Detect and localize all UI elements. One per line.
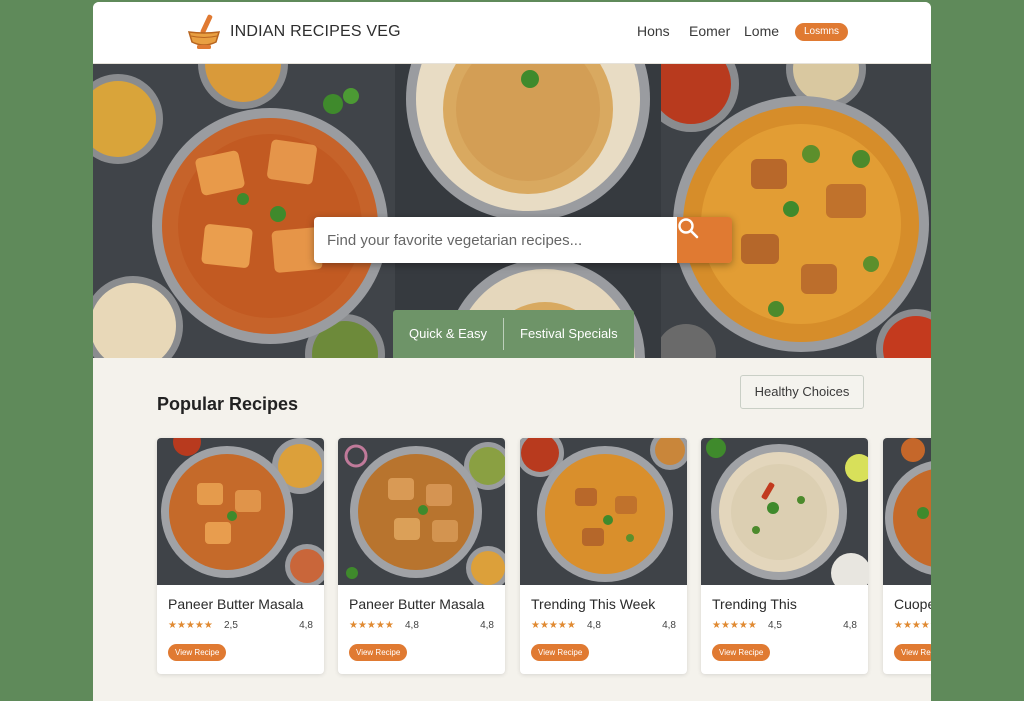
search-bar — [314, 217, 732, 263]
recipe-title: Paneer Butter Masala — [168, 596, 304, 612]
recipe-title: Cuope — [894, 596, 931, 612]
recipe-title: Trending This — [712, 596, 797, 612]
site-title: INDIAN RECIPES VEG — [230, 23, 401, 40]
view-recipe-button[interactable]: View Recipe — [349, 644, 408, 661]
recipe-card[interactable]: Paneer Butter Masala ★★★★★ 4,8 4,8 View … — [338, 438, 505, 674]
nav-link-hons[interactable]: Hons — [637, 23, 670, 39]
healthy-choices-button[interactable]: Healthy Choices — [740, 375, 864, 409]
star-rating-icon: ★★★★★ — [531, 620, 576, 631]
recipe-card[interactable]: Trending This ★★★★★ 4,5 4,8 View Recipe — [701, 438, 868, 674]
rating-value: 4,8 — [587, 620, 601, 631]
recipe-image-curry — [883, 438, 931, 585]
recipe-card[interactable]: Cuope ★★★★★ View Re — [883, 438, 931, 674]
star-rating-icon: ★★★★★ — [349, 620, 394, 631]
rating-value: 4,8 — [405, 620, 419, 631]
search-input[interactable] — [314, 217, 677, 263]
rating-score: 4,8 — [843, 620, 857, 631]
recipe-title: Paneer Butter Masala — [349, 596, 485, 612]
chip-quick-easy[interactable]: Quick & Easy — [393, 310, 503, 358]
recipe-image-paneer-butter-masala — [157, 438, 324, 585]
mortar-pestle-logo-icon — [187, 14, 221, 49]
star-rating-icon: ★★★★★ — [168, 620, 213, 631]
category-chips: Quick & Easy Festival Specials — [393, 310, 634, 358]
rating-score: 4,8 — [480, 620, 494, 631]
rating-score: 4,8 — [662, 620, 676, 631]
hero-image-paneer-curry — [93, 64, 395, 358]
view-recipe-button[interactable]: View Recipe — [531, 644, 590, 661]
app-window: INDIAN RECIPES VEG Hons Eomer Lome Losmn… — [93, 2, 931, 701]
recipe-image-paneer-butter-masala — [338, 438, 505, 585]
recipe-card[interactable]: Trending This Week ★★★★★ 4,8 4,8 View Re… — [520, 438, 687, 674]
chip-festival-specials[interactable]: Festival Specials — [504, 310, 634, 358]
view-recipe-button[interactable]: View Re — [894, 644, 931, 661]
star-rating-icon: ★★★★★ — [712, 620, 757, 631]
rating-score: 4,8 — [299, 620, 313, 631]
section-title: Popular Recipes — [157, 394, 299, 414]
site-header: INDIAN RECIPES VEG Hons Eomer Lome Losmn… — [93, 2, 931, 64]
star-rating-icon: ★★★★★ — [894, 620, 931, 631]
search-icon — [678, 218, 699, 239]
view-recipe-button[interactable]: View Recipe — [712, 644, 771, 661]
recipe-title: Trending This Week — [531, 596, 656, 612]
login-button[interactable]: Losmns — [795, 23, 849, 41]
nav-link-eomer[interactable]: Eomer — [689, 23, 730, 39]
hero-image-veg-biryani — [661, 64, 931, 358]
recipe-card[interactable]: Paneer Butter Masala ★★★★★ 2,5 4,8 View … — [157, 438, 324, 674]
nav-link-lome[interactable]: Lome — [744, 23, 779, 39]
hero-banner: Quick & Easy Festival Specials — [93, 64, 931, 358]
recipe-image-veg-pulao — [701, 438, 868, 585]
recipe-image-biryani — [520, 438, 687, 585]
view-recipe-button[interactable]: View Recipe — [168, 644, 227, 661]
rating-value: 2,5 — [224, 620, 238, 631]
rating-value: 4,5 — [768, 620, 782, 631]
search-button[interactable] — [677, 217, 732, 263]
